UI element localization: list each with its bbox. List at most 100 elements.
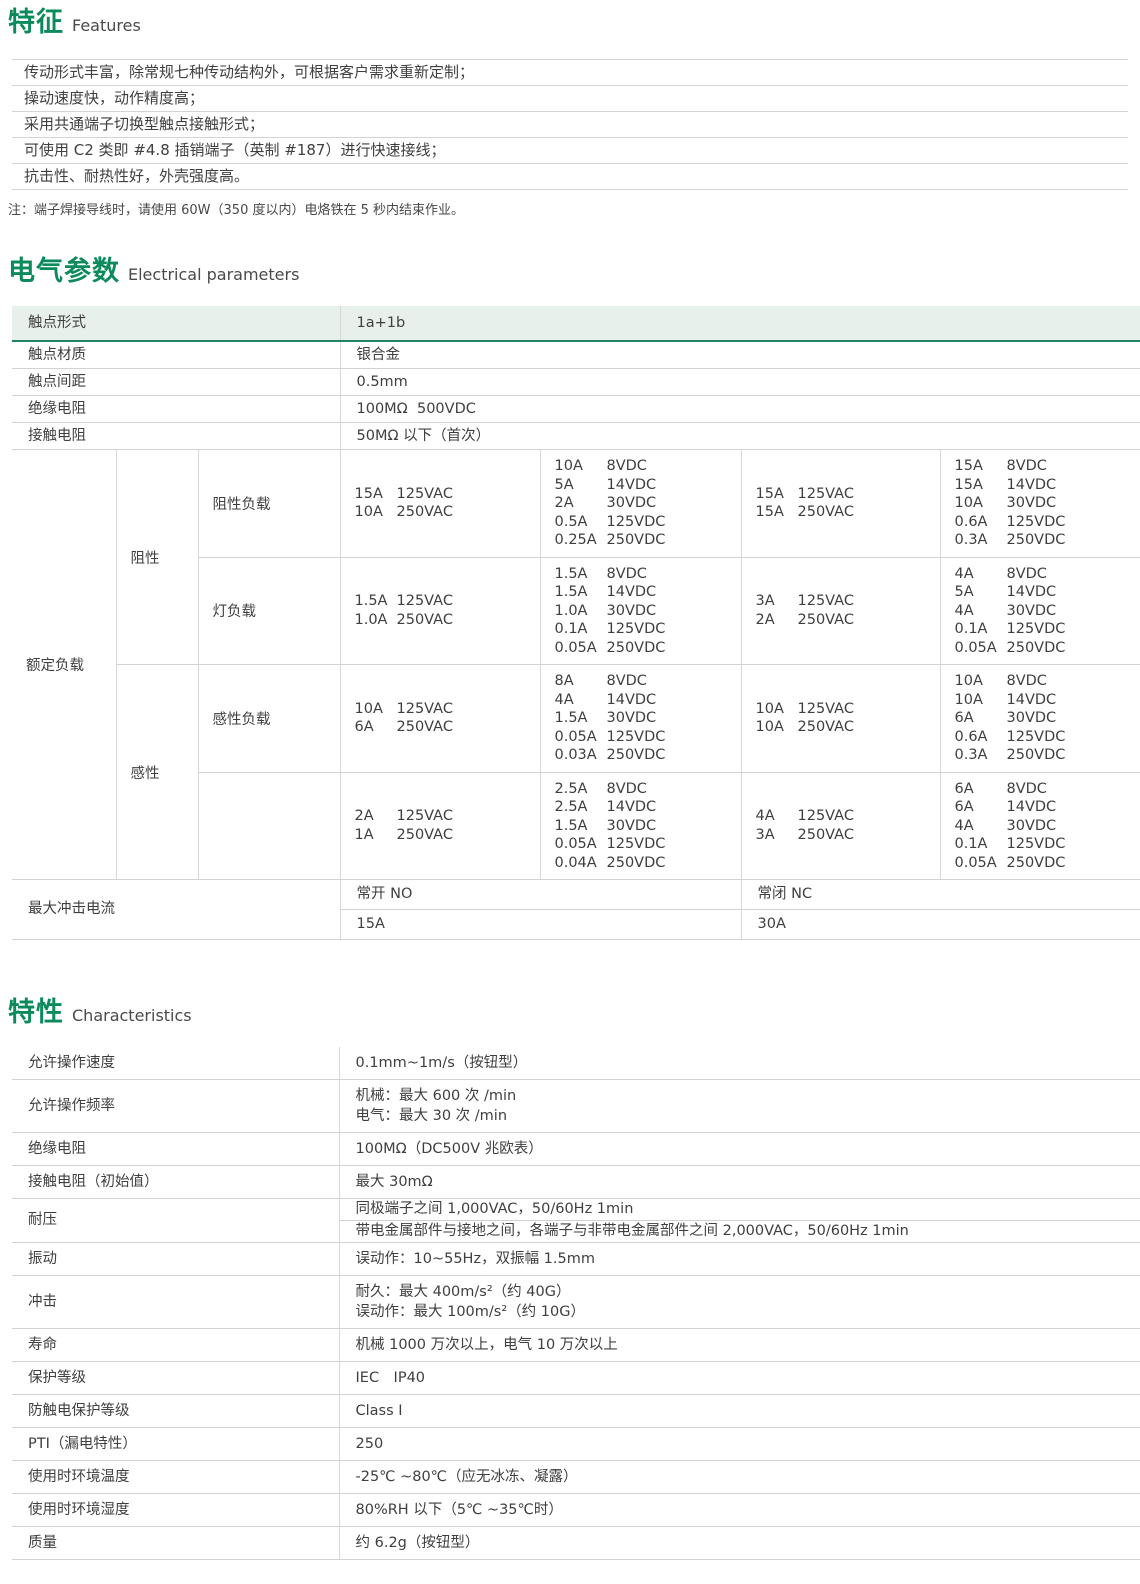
voltage-value: 14VDC <box>607 476 657 495</box>
char-value: 80%RH 以下（5℃ ~35℃时） <box>339 1494 1140 1527</box>
rating-pair: 1.5A30VDC <box>555 709 737 728</box>
char-value: 约 6.2g（按钮型） <box>339 1527 1140 1560</box>
char-tbody: 允许操作速度0.1mm~1m/s（按钮型）允许操作频率机械：最大 600 次 /… <box>12 1047 1140 1560</box>
characteristic-row: 接触电阻（初始值）最大 30mΩ <box>12 1166 1140 1199</box>
inrush-label: 最大冲击电流 <box>12 880 340 940</box>
voltage-value: 14VDC <box>607 798 657 817</box>
current-value: 2A <box>756 611 798 630</box>
voltage-value: 14VDC <box>607 583 657 602</box>
rating-pair: 10A125VAC <box>355 700 536 719</box>
elec-tbody: 触点形式1a+1b触点材质银合金触点间距0.5mm绝缘电阻100MΩ 500VD… <box>12 306 1140 940</box>
rating-pair: 5A14VDC <box>955 583 1137 602</box>
voltage-value: 30VDC <box>1007 709 1057 728</box>
load-kind-label: 阻性 <box>116 450 198 665</box>
load-rating-cell: 2A125VAC1A250VAC <box>340 772 540 880</box>
rating-pair: 15A250VAC <box>756 503 936 522</box>
rating-pair: 0.6A125VDC <box>955 728 1137 747</box>
param-label: 触点形式 <box>12 306 340 341</box>
current-value: 0.05A <box>955 639 1007 658</box>
rating-pair: 1.5A14VDC <box>555 583 737 602</box>
current-value: 10A <box>955 691 1007 710</box>
current-value: 1A <box>355 826 397 845</box>
current-value: 0.6A <box>955 728 1007 747</box>
voltage-value: 250VAC <box>397 718 453 737</box>
rating-pair: 6A8VDC <box>955 780 1137 799</box>
current-value: 10A <box>756 718 798 737</box>
feature-item: 传动形式丰富，除常规七种传动结构外，可根据客户需求重新定制； <box>12 59 1128 85</box>
current-value: 0.5A <box>555 513 607 532</box>
voltage-value: 250VDC <box>1007 746 1066 765</box>
param-value: 50MΩ 以下（首次） <box>340 423 1140 450</box>
current-value: 0.1A <box>555 620 607 639</box>
rating-pair: 10A250VAC <box>756 718 936 737</box>
current-value: 0.3A <box>955 746 1007 765</box>
voltage-value: 8VDC <box>607 565 647 584</box>
feature-item: 采用共通端子切换型触点接触形式； <box>12 111 1128 137</box>
char-label: 允许操作速度 <box>12 1047 339 1080</box>
char-value: 机械：最大 600 次 /min电气：最大 30 次 /min <box>339 1080 1140 1133</box>
current-value: 0.05A <box>555 728 607 747</box>
voltage-value: 30VDC <box>1007 494 1057 513</box>
rating-pair: 3A250VAC <box>756 826 936 845</box>
char-label: 允许操作频率 <box>12 1080 339 1133</box>
rating-pair: 0.05A250VDC <box>955 639 1137 658</box>
voltage-value: 250VAC <box>798 718 854 737</box>
voltage-value: 250VAC <box>798 611 854 630</box>
voltage-value: 250VAC <box>397 611 453 630</box>
characteristic-row: 允许操作频率机械：最大 600 次 /min电气：最大 30 次 /min <box>12 1080 1140 1133</box>
char-value-line: Class Ⅰ <box>356 1401 1133 1421</box>
characteristics-title-zh: 特性 <box>8 997 64 1028</box>
char-label: 使用时环境湿度 <box>12 1494 339 1527</box>
voltage-value: 250VDC <box>1007 854 1066 873</box>
param-value: 100MΩ 500VDC <box>340 396 1140 423</box>
voltage-value: 14VDC <box>1007 798 1057 817</box>
param-value: 银合金 <box>340 341 1140 369</box>
current-value: 15A <box>355 485 397 504</box>
rating-pair: 0.25A250VDC <box>555 531 737 550</box>
char-value: 误动作：10~55Hz，双振幅 1.5mm <box>339 1243 1140 1276</box>
current-value: 15A <box>756 503 798 522</box>
voltage-value: 250VAC <box>798 503 854 522</box>
rating-pair: 4A125VAC <box>756 807 936 826</box>
rating-pair: 6A250VAC <box>355 718 536 737</box>
param-row: 绝缘电阻100MΩ 500VDC <box>12 396 1140 423</box>
current-value: 10A <box>555 457 607 476</box>
current-value: 3A <box>756 826 798 845</box>
current-value: 5A <box>955 583 1007 602</box>
load-rating-cell: 4A125VAC3A250VAC <box>741 772 940 880</box>
load-rating-cell: 8A8VDC4A14VDC1.5A30VDC0.05A125VDC0.03A25… <box>540 665 741 773</box>
current-value: 1.5A <box>555 817 607 836</box>
current-value: 0.3A <box>955 531 1007 550</box>
param-row: 接触电阻50MΩ 以下（首次） <box>12 423 1140 450</box>
load-name-label: 感性负载 <box>198 665 340 773</box>
rating-pair: 4A8VDC <box>955 565 1137 584</box>
rating-pair: 1.0A250VAC <box>355 611 536 630</box>
voltage-value: 30VDC <box>607 817 657 836</box>
voltage-value: 8VDC <box>1007 457 1047 476</box>
rating-pair: 2A125VAC <box>355 807 536 826</box>
rating-pair: 3A125VAC <box>756 592 936 611</box>
voltage-value: 14VDC <box>1007 476 1057 495</box>
rating-pair: 8A8VDC <box>555 672 737 691</box>
load-rating-cell: 4A8VDC5A14VDC4A30VDC0.1A125VDC0.05A250VD… <box>940 557 1140 665</box>
char-value: 250 <box>339 1428 1140 1461</box>
rating-pair: 15A8VDC <box>955 457 1137 476</box>
rating-pair: 10A14VDC <box>955 691 1137 710</box>
voltage-value: 250VAC <box>397 826 453 845</box>
voltage-value: 30VDC <box>607 602 657 621</box>
char-label: 绝缘电阻 <box>12 1133 339 1166</box>
rating-pair: 0.03A250VDC <box>555 746 737 765</box>
feature-item: 可使用 C2 类即 #4.8 插销端子（英制 #187）进行快速接线； <box>12 137 1128 163</box>
current-value: 2A <box>555 494 607 513</box>
load-rating-cell: 1.5A125VAC1.0A250VAC <box>340 557 540 665</box>
current-value: 10A <box>355 700 397 719</box>
load-rating-cell: 10A8VDC10A14VDC6A30VDC0.6A125VDC0.3A250V… <box>940 665 1140 773</box>
rating-pair: 10A8VDC <box>955 672 1137 691</box>
char-value: 带电金属部件与接地之间，各端子与非带电金属部件之间 2,000VAC，50/60… <box>339 1221 1140 1243</box>
voltage-value: 125VAC <box>397 700 453 719</box>
characteristic-row: 冲击耐久：最大 400m/s²（约 40G）误动作：最大 100m/s²（约 1… <box>12 1276 1140 1329</box>
current-value: 0.1A <box>955 620 1007 639</box>
rating-pair: 0.05A250VDC <box>955 854 1137 873</box>
characteristic-row: 允许操作速度0.1mm~1m/s（按钮型） <box>12 1047 1140 1080</box>
rating-pair: 1.0A30VDC <box>555 602 737 621</box>
